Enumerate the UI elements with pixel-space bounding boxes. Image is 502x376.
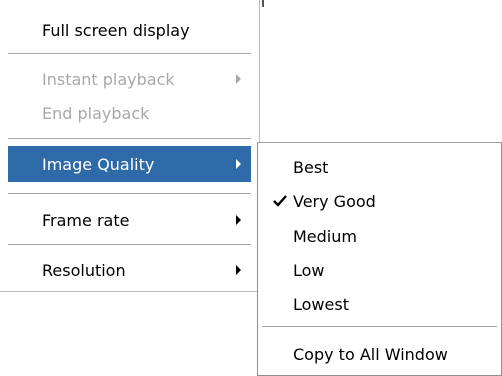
menu-item-label: Best (293, 157, 329, 177)
menu-item-label: Resolution (42, 260, 126, 280)
submenu-item-copy-to-all-window[interactable]: Copy to All Window (262, 337, 497, 371)
menu-item-label: Medium (293, 226, 357, 246)
context-menu: Full screen display Instant playback End… (0, 0, 260, 292)
submenu-arrow-icon (236, 215, 241, 225)
menu-item-label: Frame rate (42, 210, 130, 230)
menu-item-label: Full screen display (42, 20, 190, 40)
menu-item-resolution[interactable]: Resolution (8, 253, 251, 287)
menu-item-label: Very Good (293, 191, 376, 211)
checkmark-icon (273, 195, 287, 207)
submenu-item-best[interactable]: Best (262, 150, 497, 184)
menu-item-label: Copy to All Window (293, 344, 448, 364)
menu-separator (8, 53, 251, 57)
menu-item-image-quality[interactable]: Image Quality (8, 146, 251, 182)
menu-item-label: End playback (42, 103, 150, 123)
menu-separator (8, 138, 251, 142)
submenu-item-medium[interactable]: Medium (262, 219, 497, 253)
image-quality-submenu: Best Very Good Medium Low Lowest Copy to… (257, 142, 502, 376)
menu-item-end-playback[interactable]: End playback (8, 96, 251, 130)
submenu-item-low[interactable]: Low (262, 253, 497, 287)
window-edge-mark (262, 0, 264, 7)
menu-item-label: Instant playback (42, 69, 175, 89)
menu-separator (262, 326, 497, 330)
submenu-arrow-icon (236, 159, 241, 169)
menu-separator (8, 244, 251, 248)
menu-item-label: Low (293, 260, 325, 280)
menu-item-label: Image Quality (42, 154, 155, 174)
submenu-arrow-icon (236, 265, 241, 275)
menu-item-instant-playback[interactable]: Instant playback (8, 62, 251, 96)
menu-item-full-screen-display[interactable]: Full screen display (8, 13, 251, 47)
menu-item-label: Lowest (293, 294, 349, 314)
submenu-item-very-good[interactable]: Very Good (262, 184, 497, 218)
menu-separator (8, 193, 251, 197)
menu-item-frame-rate[interactable]: Frame rate (8, 203, 251, 237)
submenu-item-lowest[interactable]: Lowest (262, 287, 497, 321)
submenu-arrow-icon (236, 74, 241, 84)
